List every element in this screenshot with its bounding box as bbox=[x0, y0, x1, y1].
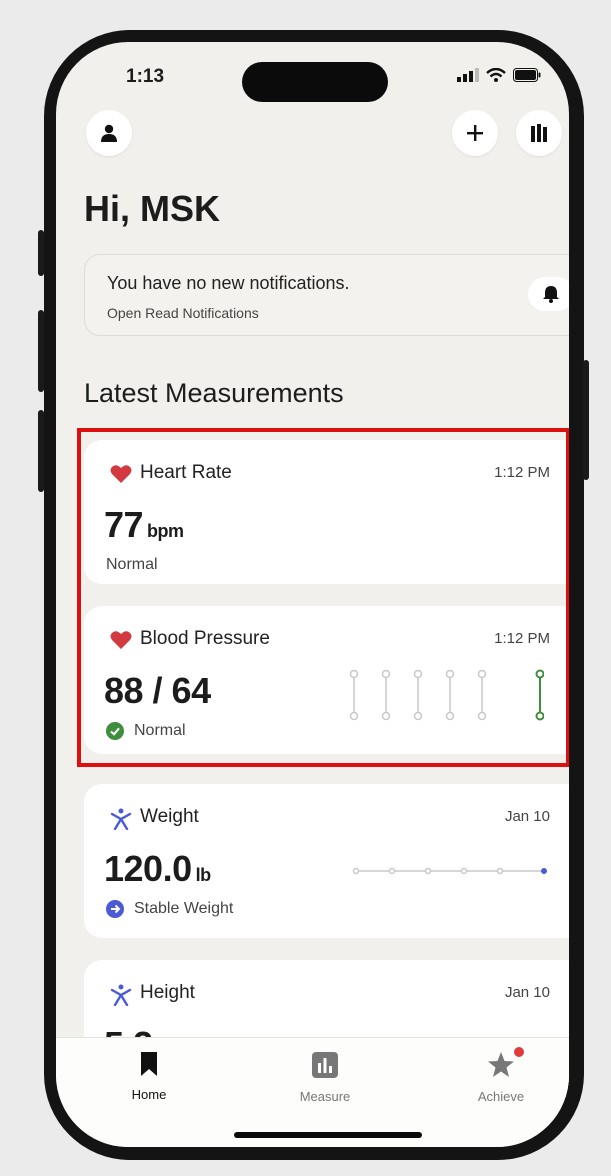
check-icon bbox=[106, 722, 124, 740]
section-title: Latest Measurements bbox=[84, 378, 344, 408]
blood-pressure-time: 1:12 PM bbox=[494, 630, 550, 647]
nav-measure[interactable]: Measure bbox=[270, 1052, 380, 1104]
plus-icon bbox=[467, 125, 483, 141]
heart-rate-status-text: Normal bbox=[106, 556, 158, 573]
weight-value: 120.0 bbox=[104, 848, 192, 889]
app-screen: 1:13 Hi, MSK You have no new notificatio… bbox=[56, 42, 569, 1147]
side-button bbox=[38, 230, 44, 276]
status-time: 1:13 bbox=[126, 66, 165, 87]
notifications-message: You have no new notifications. bbox=[107, 273, 350, 293]
weight-card[interactable]: Weight Jan 10 › 120.0lb Stable Weight bbox=[84, 784, 569, 938]
dynamic-island bbox=[242, 62, 388, 102]
volume-up-button bbox=[38, 310, 44, 392]
weight-date: Jan 10 bbox=[504, 808, 550, 825]
nav-home[interactable]: Home bbox=[94, 1052, 204, 1102]
blood-pressure-value: 88 / 64 bbox=[104, 670, 211, 711]
profile-icon bbox=[101, 124, 117, 142]
heart-rate-value: 77 bbox=[104, 504, 144, 545]
heart-icon bbox=[110, 631, 132, 649]
weight-status: Stable Weight bbox=[106, 900, 233, 918]
heart-rate-unit: bpm bbox=[147, 521, 184, 541]
blood-pressure-status: Normal bbox=[106, 722, 186, 740]
person-icon bbox=[110, 984, 132, 1006]
notifications-card[interactable]: You have no new notifications. Open Read… bbox=[84, 254, 569, 336]
nav-measure-label: Measure bbox=[299, 1089, 351, 1104]
bookmark-icon bbox=[141, 1052, 157, 1076]
bell-icon bbox=[543, 286, 559, 303]
star-icon bbox=[488, 1052, 514, 1077]
signal-icon bbox=[457, 68, 479, 82]
nav-home-label: Home bbox=[131, 1087, 167, 1102]
bar-chart-icon bbox=[312, 1052, 338, 1078]
notifications-bell-button[interactable] bbox=[528, 277, 569, 311]
height-title: Height bbox=[140, 982, 195, 1003]
heart-rate-time: 1:12 PM bbox=[494, 464, 550, 481]
wifi-icon bbox=[486, 68, 506, 82]
nav-achieve[interactable]: Achieve bbox=[446, 1047, 556, 1104]
open-read-notifications-link[interactable]: Open Read Notifications bbox=[107, 305, 259, 321]
bottom-nav: Home Measure Achieve bbox=[56, 1037, 569, 1147]
blood-pressure-title: Blood Pressure bbox=[140, 628, 270, 649]
blood-pressure-trend-chart bbox=[349, 669, 544, 721]
notification-dot bbox=[514, 1047, 524, 1057]
profile-button[interactable] bbox=[86, 110, 132, 156]
nav-achieve-icon-wrap bbox=[487, 1047, 524, 1081]
greeting-title: Hi, MSK bbox=[84, 188, 221, 229]
heart-rate-title: Heart Rate bbox=[140, 462, 232, 483]
nav-achieve-label: Achieve bbox=[477, 1089, 525, 1104]
arrow-right-icon bbox=[106, 900, 124, 918]
blood-pressure-status-text: Normal bbox=[134, 722, 186, 739]
person-icon bbox=[110, 808, 132, 830]
volume-down-button bbox=[38, 410, 44, 492]
heart-icon bbox=[110, 465, 132, 483]
add-button[interactable] bbox=[452, 110, 498, 156]
heart-rate-card[interactable]: Heart Rate 1:12 PM › 77bpm Normal bbox=[84, 440, 569, 584]
library-icon bbox=[531, 124, 547, 142]
library-button[interactable] bbox=[516, 110, 562, 156]
weight-trend-chart bbox=[352, 867, 547, 875]
height-date: Jan 10 bbox=[504, 984, 550, 1001]
power-button bbox=[583, 360, 589, 480]
weight-title: Weight bbox=[140, 806, 199, 827]
status-icons bbox=[457, 68, 541, 82]
weight-status-text: Stable Weight bbox=[134, 900, 234, 917]
weight-unit: lb bbox=[195, 865, 212, 885]
battery-icon bbox=[513, 68, 541, 82]
heart-rate-value-line: 77 bpm bbox=[104, 504, 184, 546]
heart-rate-status: Normal bbox=[106, 556, 158, 574]
blood-pressure-card[interactable]: Blood Pressure 1:12 PM › 88 / 64 Normal bbox=[84, 606, 569, 754]
weight-value-line: 120.0 lb bbox=[104, 848, 211, 890]
home-indicator bbox=[234, 1132, 422, 1138]
